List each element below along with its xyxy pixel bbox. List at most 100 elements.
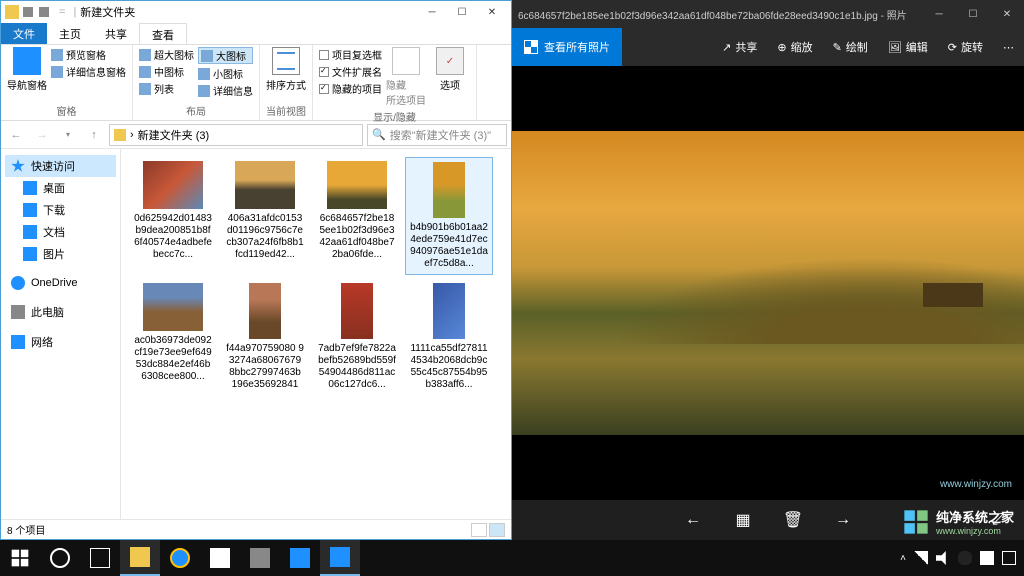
search-input[interactable]: 🔍 搜索"新建文件夹 (3)" [367, 124, 507, 146]
file-item[interactable]: b4b901b6b01aa24ede759e41d7ec940976ae51e1… [405, 157, 493, 275]
ellipsis-icon: ⋯ [1003, 41, 1014, 54]
file-item[interactable]: 1111ca55df278114534b2068dcb9c55c45c87554… [405, 279, 493, 395]
sidebar-onedrive[interactable]: OneDrive [5, 273, 116, 293]
system-tray[interactable]: ˄ [900, 551, 1024, 565]
cortana-button[interactable] [40, 540, 80, 576]
ribbon: 导航窗格 预览窗格 详细信息窗格 窗格 超大图标 中图标 列表 大图标 小图标 [1, 45, 511, 121]
sidebar-nav: 快速访问 桌面 下载 文档 图片 OneDrive 此电脑 网络 [1, 149, 121, 519]
minimize-button[interactable]: ─ [417, 2, 447, 22]
edit-button[interactable]: 🖼编辑 [878, 39, 938, 55]
sidebar-quick-access[interactable]: 快速访问 [5, 155, 116, 177]
file-item[interactable]: 406a31afdc0153d01196c9756c7ecb307a24f6fb… [221, 157, 309, 275]
ribbon-tabs: 文件 主页 共享 查看 [1, 23, 511, 45]
share-button[interactable]: ↗共享 [712, 39, 767, 55]
layout-xlarge[interactable]: 超大图标 [139, 47, 194, 62]
file-item[interactable]: 7adb7ef9fe7822abefb52689bd559f54904486d8… [313, 279, 401, 395]
cortana-icon [50, 548, 70, 568]
close-button[interactable]: ✕ [990, 0, 1024, 28]
sidebar-thispc[interactable]: 此电脑 [5, 301, 116, 323]
layout-small[interactable]: 小图标 [198, 66, 253, 81]
rotate-button[interactable]: ⟳旋转 [938, 39, 993, 55]
hide-selected-button[interactable]: 隐藏 所选项目 [386, 47, 426, 107]
up-button[interactable]: ↑ [83, 124, 105, 146]
file-list[interactable]: 0d625942d01483b9dea200851b8f6f40574e4adb… [121, 149, 511, 519]
tab-view[interactable]: 查看 [139, 23, 187, 44]
opt-hidden-items[interactable]: 隐藏的项目 [319, 81, 382, 96]
maximize-button[interactable]: ☐ [447, 2, 477, 22]
qat-properties-icon[interactable] [23, 7, 33, 17]
file-item[interactable]: f44a970759080 93274a68067679 8bbc2799746… [221, 279, 309, 395]
back-button[interactable]: ← [5, 124, 27, 146]
taskbar-store[interactable] [200, 540, 240, 576]
sort-button[interactable]: 排序方式 [266, 47, 306, 92]
taskbar-explorer[interactable] [120, 540, 160, 576]
explorer-titlebar[interactable]: = | 新建文件夹 ─ ☐ ✕ [1, 1, 511, 23]
start-button[interactable] [0, 540, 40, 576]
file-item[interactable]: 0d625942d01483b9dea200851b8f6f40574e4adb… [129, 157, 217, 275]
more-button[interactable]: ⋯ [993, 41, 1024, 54]
details-pane-button[interactable]: 详细信息窗格 [51, 64, 126, 79]
options-button[interactable]: ✓ 选项 [430, 47, 470, 92]
file-name-label: 6c684657f2be185ee1b02f3d96e342aa61df048b… [317, 213, 397, 261]
document-icon [23, 225, 37, 239]
volume-icon[interactable] [936, 551, 950, 565]
opt-item-checkboxes[interactable]: 项目复选框 [319, 47, 382, 62]
taskbar-photos[interactable] [320, 540, 360, 576]
delete-button[interactable]: 🗑 [783, 510, 803, 530]
sidebar-downloads[interactable]: 下载 [5, 199, 116, 221]
recent-locations-button[interactable]: ▾ [57, 124, 79, 146]
prev-photo-button[interactable]: ← [683, 510, 703, 530]
pictures-icon [23, 247, 37, 261]
status-bar: 8 个项目 [1, 519, 511, 539]
action-center-icon[interactable] [1002, 551, 1016, 565]
next-photo-button[interactable]: → [833, 510, 853, 530]
photo-viewport[interactable]: www.winjzy.com [512, 66, 1024, 500]
taskbar-ie[interactable] [160, 540, 200, 576]
sidebar-desktop[interactable]: 桌面 [5, 177, 116, 199]
layout-large[interactable]: 大图标 [198, 47, 253, 64]
view-all-photos-button[interactable]: 查看所有照片 [512, 28, 622, 66]
network-icon[interactable] [914, 551, 928, 565]
penguin-icon[interactable] [958, 551, 972, 565]
sidebar-network[interactable]: 网络 [5, 331, 116, 353]
breadcrumb[interactable]: 新建文件夹 (3) [138, 127, 210, 143]
download-icon [23, 203, 37, 217]
tab-home[interactable]: 主页 [47, 23, 93, 44]
taskbar-app2[interactable] [280, 540, 320, 576]
sidebar-documents[interactable]: 文档 [5, 221, 116, 243]
cloud-icon [11, 276, 25, 290]
sidebar-pictures[interactable]: 图片 [5, 243, 116, 265]
maximize-button[interactable]: ☐ [956, 0, 990, 28]
file-name-label: 1111ca55df278114534b2068dcb9c55c45c87554… [409, 343, 489, 391]
draw-button[interactable]: ✎绘制 [823, 39, 878, 55]
layout-details[interactable]: 详细信息 [198, 83, 253, 98]
tab-file[interactable]: 文件 [1, 23, 47, 44]
qat-newfolder-icon[interactable] [39, 7, 49, 17]
tab-share[interactable]: 共享 [93, 23, 139, 44]
close-button[interactable]: ✕ [477, 2, 507, 22]
pc-icon [11, 305, 25, 319]
zoom-button[interactable]: ⊕缩放 [767, 39, 822, 55]
photos-titlebar[interactable]: 6c684657f2be185ee1b02f3d96e342aa61df048b… [512, 0, 1024, 28]
file-item[interactable]: 6c684657f2be185ee1b02f3d96e342aa61df048b… [313, 157, 401, 275]
task-view-button[interactable] [80, 540, 120, 576]
forward-button[interactable]: → [31, 124, 53, 146]
gallery-button[interactable]: ▦ [733, 510, 753, 530]
layout-list[interactable]: 列表 [139, 81, 194, 96]
tray-chevron-icon[interactable]: ˄ [900, 553, 906, 564]
layout-medium[interactable]: 中图标 [139, 64, 194, 79]
window-title: 新建文件夹 [80, 4, 417, 20]
address-bar[interactable]: › 新建文件夹 (3) [109, 124, 363, 146]
nav-pane-button[interactable]: 导航窗格 [7, 47, 47, 92]
details-view-button[interactable] [471, 523, 487, 537]
share-icon: ↗ [722, 41, 731, 54]
app-icon [250, 548, 270, 568]
taskbar-app1[interactable] [240, 540, 280, 576]
file-item[interactable]: ac0b36973de092cf19e73ee9ef64953dc884e2ef… [129, 279, 217, 395]
minimize-button[interactable]: ─ [922, 0, 956, 28]
ime-icon[interactable] [980, 551, 994, 565]
folder-icon [130, 547, 150, 567]
thumbnails-view-button[interactable] [489, 523, 505, 537]
opt-file-extensions[interactable]: 文件扩展名 [319, 64, 382, 79]
preview-pane-button[interactable]: 预览窗格 [51, 47, 126, 62]
